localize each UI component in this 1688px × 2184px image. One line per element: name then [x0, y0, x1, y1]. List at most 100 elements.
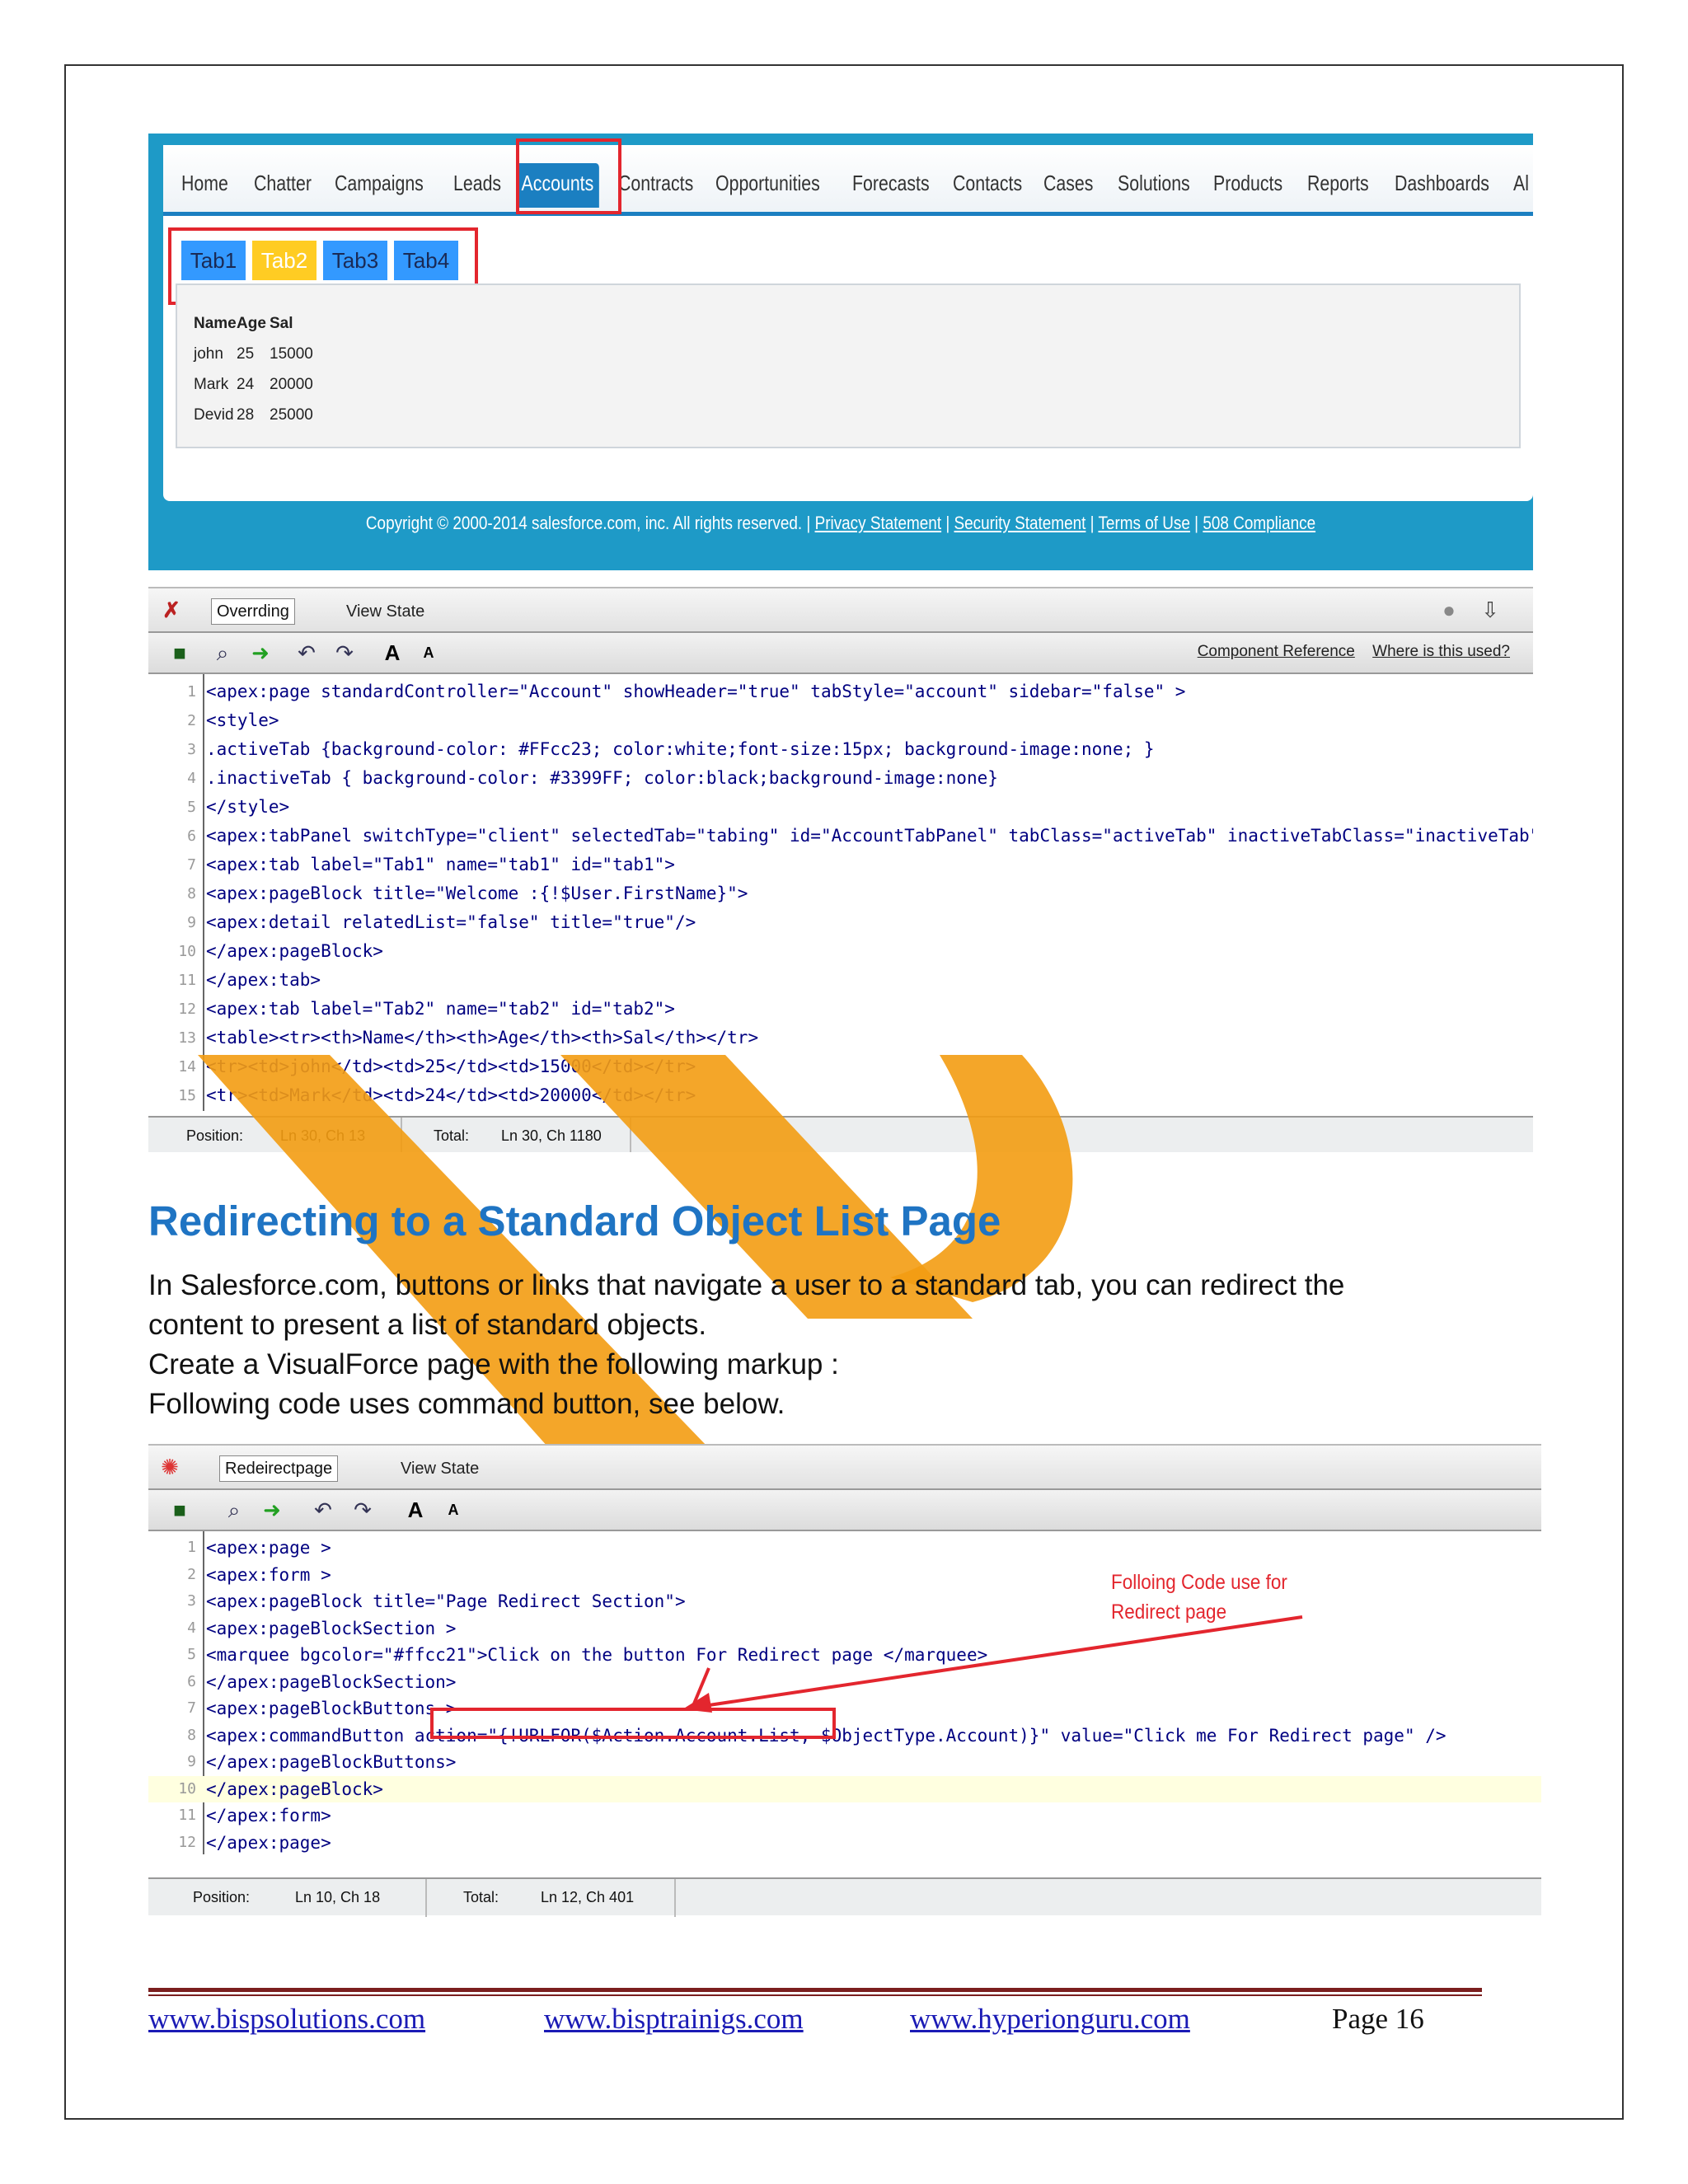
nav-tab-more[interactable]: Al — [1513, 163, 1529, 208]
code-text: <apex:tab label="Tab1" name="tab1" id="t… — [206, 855, 675, 874]
position-label: Position: — [193, 1889, 251, 1905]
nav-tab-contracts[interactable]: Contracts — [618, 163, 693, 208]
search-icon[interactable]: ⌕ — [221, 1497, 247, 1523]
line-number: 1 — [187, 1539, 196, 1556]
line-number: 12 — [178, 1001, 196, 1018]
footer-rule-thin — [148, 1994, 1482, 1996]
footer-rule — [148, 1988, 1482, 1992]
code-text: <apex:pageBlock title="Page Redirect Sec… — [206, 1591, 686, 1611]
code-line[interactable]: 12 <apex:tab label="Tab2" name="tab2" id=… — [148, 995, 1533, 1024]
code-text: </apex:tab> — [206, 970, 321, 990]
font-smaller-icon[interactable]: A — [415, 640, 442, 666]
go-arrow-icon[interactable]: ➜ — [259, 1497, 285, 1523]
footer-link-bisptrainigs[interactable]: www.bisptrainigs.com — [544, 2003, 804, 2036]
code-line[interactable]: 4 .inactiveTab { background-color: #3399F… — [148, 764, 1533, 793]
nav-tab-chatter[interactable]: Chatter — [254, 163, 312, 208]
code-line[interactable]: 2 <style> — [148, 706, 1533, 735]
table-header: Name — [194, 314, 237, 332]
salesforce-footer: Copyright © 2000-2014 salesforce.com, in… — [365, 513, 1316, 533]
close-x-icon[interactable]: ✗ — [158, 597, 185, 623]
where-used-link[interactable]: Where is this used? — [1372, 643, 1510, 660]
code-text: </apex:pageBlockButtons> — [206, 1752, 457, 1772]
nav-tab-reports[interactable]: Reports — [1307, 163, 1369, 208]
code-line[interactable]: 3 .activeTab {background-color: #FFcc23; … — [148, 735, 1533, 764]
code-line[interactable]: 8 <apex:pageBlock title="Welcome :{!$User… — [148, 879, 1533, 908]
code-line[interactable]: 2 <apex:form > — [148, 1562, 1541, 1589]
editor-file-tab[interactable]: Overrding — [211, 598, 295, 625]
table-cell: john — [194, 344, 223, 363]
nav-tab-leads[interactable]: Leads — [453, 163, 501, 208]
footer-link-bispsolutions[interactable]: www.bispsolutions.com — [148, 2003, 425, 2036]
nav-tab-forecasts[interactable]: Forecasts — [852, 163, 930, 208]
security-statement-link[interactable]: Security Statement — [954, 513, 1086, 533]
nav-tab-products[interactable]: Products — [1213, 163, 1282, 208]
nav-tab-solutions[interactable]: Solutions — [1118, 163, 1190, 208]
editor-title-bar: ✺ Redeirectpage View State — [148, 1446, 1541, 1490]
table-cell: Devid — [194, 405, 234, 424]
view-state-tab[interactable]: View State — [401, 1455, 479, 1482]
table-cell: 25000 — [270, 405, 313, 424]
code-line[interactable]: 11 </apex:form> — [148, 1802, 1541, 1830]
line-number: 3 — [187, 1592, 196, 1610]
search-icon[interactable]: ⌕ — [209, 640, 236, 666]
code-line[interactable]: 10 </apex:pageBlock> — [148, 1775, 1541, 1802]
total-value: Ln 12, Ch 401 — [541, 1889, 635, 1905]
tab-content-box: Name Age Sal john 25 15000 Mark 24 20000 — [176, 284, 1521, 448]
page-number: Page 16 — [1332, 2003, 1424, 2035]
nav-tab-campaigns[interactable]: Campaigns — [335, 163, 424, 208]
font-larger-icon[interactable]: A — [379, 640, 406, 666]
nav-tab-dashboards[interactable]: Dashboards — [1395, 163, 1489, 208]
code-line[interactable]: 12 </apex:page> — [148, 1830, 1541, 1857]
save-icon[interactable]: ■ — [166, 1497, 193, 1523]
component-reference-link[interactable]: Component Reference — [1198, 643, 1355, 660]
code-line[interactable]: 10 </apex:pageBlock> — [148, 937, 1533, 966]
line-number: 2 — [187, 1565, 196, 1583]
status-divider — [630, 1118, 631, 1152]
view-state-tab[interactable]: View State — [346, 598, 424, 625]
terms-of-use-link[interactable]: Terms of Use — [1098, 513, 1189, 533]
code-line[interactable]: 9 </apex:pageBlockButtons> — [148, 1749, 1541, 1776]
nav-tab-contacts[interactable]: Contacts — [953, 163, 1022, 208]
line-number: 14 — [178, 1058, 196, 1076]
line-number: 5 — [187, 1646, 196, 1663]
code-line[interactable]: 11 </apex:tab> — [148, 966, 1533, 995]
code-line[interactable]: 6 <apex:tabPanel switchType="client" sele… — [148, 822, 1533, 851]
download-icon[interactable]: ⇩ — [1477, 597, 1503, 623]
undo-icon[interactable]: ↶ — [293, 640, 320, 666]
table-header-row: Name Age Sal — [194, 308, 319, 339]
undo-icon[interactable]: ↶ — [310, 1497, 336, 1523]
nav-tab-opportunities[interactable]: Opportunities — [715, 163, 820, 208]
editor-toolbar: ■ ⌕ ➜ ↶ ↷ A A Component Reference Where … — [148, 633, 1533, 674]
editor-links: Component Reference Where is this used? — [1184, 643, 1510, 661]
status-divider — [401, 1118, 402, 1152]
code-line[interactable]: 14 <tr><td>john</td><td>25</td><td>15000<… — [148, 1052, 1533, 1081]
go-arrow-icon[interactable]: ➜ — [247, 640, 274, 666]
font-smaller-icon[interactable]: A — [440, 1497, 467, 1523]
status-divider — [674, 1879, 676, 1917]
code-line[interactable]: 1 <apex:page standardController="Account"… — [148, 677, 1533, 706]
footer-link-hyperionguru[interactable]: www.hyperionguru.com — [910, 2003, 1190, 2036]
code-line[interactable]: 13 <table><tr><th>Name</th><th>Age</th><t… — [148, 1024, 1533, 1052]
code-line[interactable]: 5 </style> — [148, 793, 1533, 822]
save-icon[interactable]: ■ — [166, 640, 193, 666]
line-number: 8 — [187, 1726, 196, 1744]
line-number: 11 — [178, 972, 196, 989]
table-header: Age — [237, 314, 266, 332]
font-larger-icon[interactable]: A — [402, 1497, 429, 1523]
editor-file-tab[interactable]: Redeirectpage — [219, 1455, 339, 1482]
nav-tab-home[interactable]: Home — [181, 163, 228, 208]
redo-icon[interactable]: ↷ — [349, 1497, 376, 1523]
code-text: <apex:page standardController="Account" … — [206, 682, 1186, 701]
help-icon[interactable]: ● — [1436, 597, 1462, 623]
code-line[interactable]: 7 <apex:tab label="Tab1" name="tab1" id="… — [148, 851, 1533, 879]
code-line[interactable]: 8 <apex:commandButton action="{!URLFOR($A… — [148, 1722, 1541, 1750]
code-line[interactable]: 9 <apex:detail relatedList="false" title=… — [148, 908, 1533, 937]
redo-icon[interactable]: ↷ — [331, 640, 358, 666]
code-line[interactable]: 1 <apex:page > — [148, 1535, 1541, 1562]
editor-toolbar: ■ ⌕ ➜ ↶ ↷ A A — [148, 1490, 1541, 1531]
editor-status-bar: Position: Ln 30, Ch 13 Total: Ln 30, Ch … — [148, 1116, 1533, 1152]
privacy-statement-link[interactable]: Privacy Statement — [815, 513, 942, 533]
nav-tab-cases[interactable]: Cases — [1043, 163, 1093, 208]
code-line[interactable]: 15 <tr><td>Mark</td><td>24</td><td>20000<… — [148, 1081, 1533, 1110]
compliance-link[interactable]: 508 Compliance — [1203, 513, 1315, 533]
